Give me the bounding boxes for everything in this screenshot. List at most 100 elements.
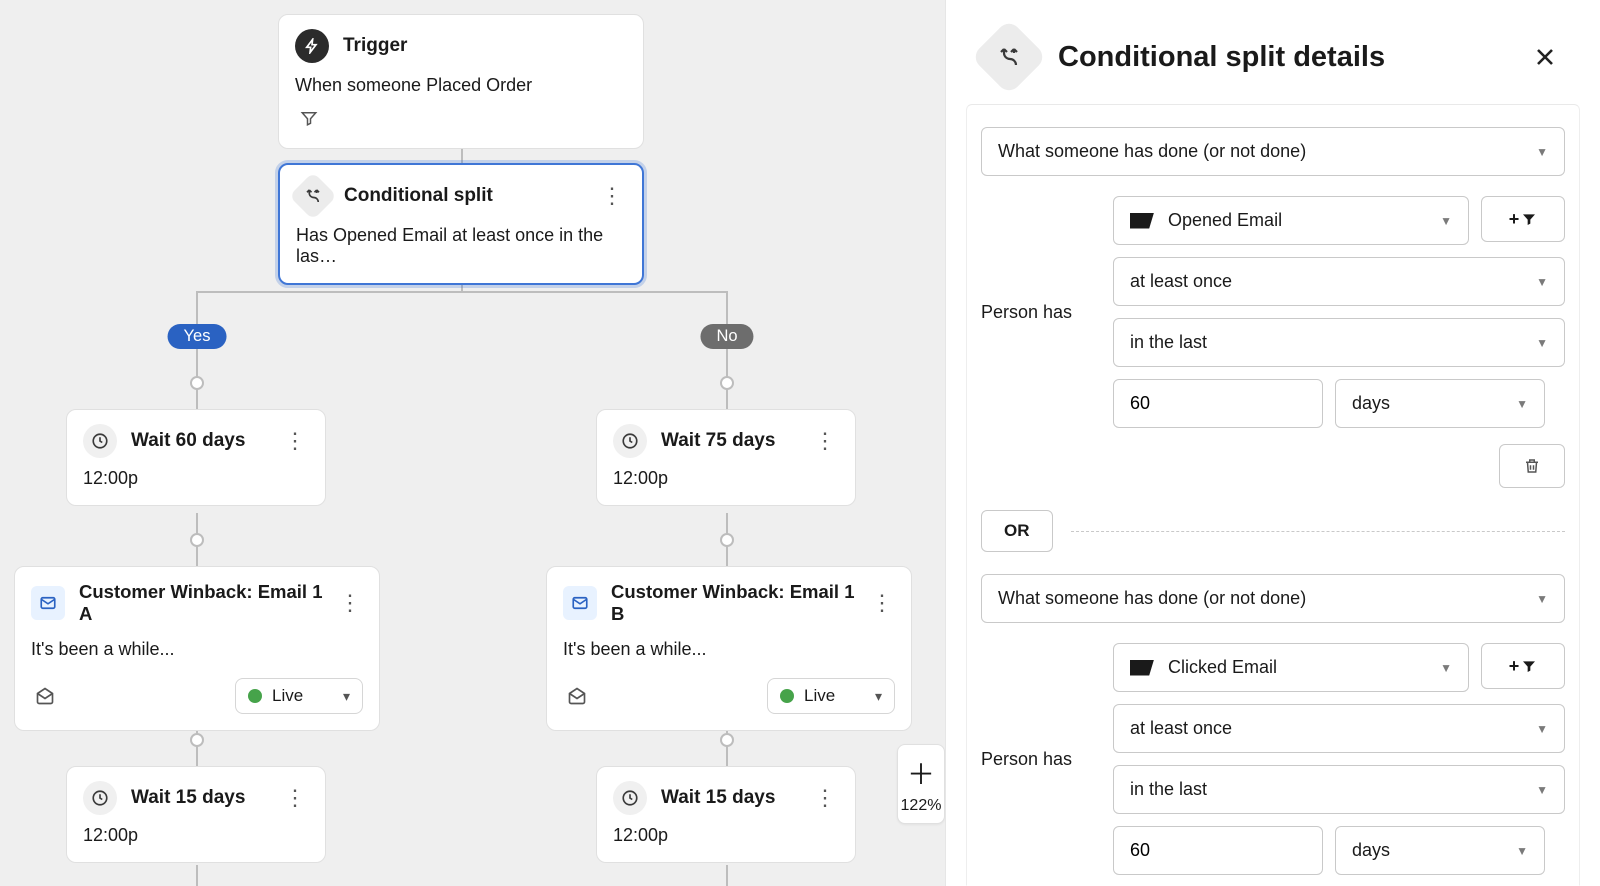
mail-open-icon[interactable] (563, 682, 591, 710)
or-chip: OR (981, 510, 1053, 552)
delete-condition-button[interactable] (1499, 444, 1565, 488)
window-unit-label: days (1352, 840, 1390, 861)
split-icon (971, 19, 1047, 95)
email-card-menu[interactable]: ⋮ (869, 589, 895, 617)
chevron-down-icon: ▼ (1536, 336, 1548, 350)
chevron-down-icon: ▼ (1536, 722, 1548, 736)
close-button[interactable] (1526, 38, 1564, 76)
condition-type-label: What someone has done (or not done) (998, 588, 1306, 609)
chevron-down-icon: ▾ (343, 688, 350, 705)
condition-type-select[interactable]: What someone has done (or not done) ▼ (981, 574, 1565, 623)
clock-icon (613, 424, 647, 458)
window-value-input[interactable] (1113, 379, 1323, 428)
trigger-desc: When someone Placed Order (295, 75, 627, 96)
window-select[interactable]: in the last ▼ (1113, 318, 1565, 367)
window-label: in the last (1130, 332, 1207, 353)
window-label: in the last (1130, 779, 1207, 800)
window-unit-label: days (1352, 393, 1390, 414)
email-status-select[interactable]: Live ▾ (235, 678, 363, 714)
mail-open-icon[interactable] (31, 682, 59, 710)
email-title: Customer Winback: Email 1 B (611, 581, 855, 625)
branch-label-yes: Yes (168, 324, 227, 349)
status-live-dot-icon (780, 689, 794, 703)
branch-label-no: No (700, 324, 753, 349)
wait-card-no-1[interactable]: Wait 75 days ⋮ 12:00p (596, 409, 856, 506)
chevron-down-icon: ▼ (1440, 214, 1452, 228)
wait-time: 12:00p (613, 468, 839, 489)
wait-title: Wait 15 days (661, 787, 775, 809)
chevron-down-icon: ▼ (1516, 844, 1528, 858)
email-status-select[interactable]: Live ▾ (767, 678, 895, 714)
wait-title: Wait 75 days (661, 430, 775, 452)
person-has-label: Person has (981, 302, 1093, 323)
zoom-level: 122% (901, 795, 942, 823)
metric-label: Opened Email (1168, 210, 1282, 231)
chevron-down-icon: ▾ (875, 688, 882, 705)
chevron-down-icon: ▼ (1536, 275, 1548, 289)
panel-title: Conditional split details (1058, 41, 1385, 74)
clock-icon (83, 424, 117, 458)
chevron-down-icon: ▼ (1516, 397, 1528, 411)
frequency-label: at least once (1130, 271, 1232, 292)
wait-title: Wait 15 days (131, 787, 245, 809)
mail-icon (563, 586, 597, 620)
clock-icon (613, 781, 647, 815)
wait-card-yes-1[interactable]: Wait 60 days ⋮ 12:00p (66, 409, 326, 506)
zoom-control: ＋ 122% (897, 744, 945, 824)
zoom-in-button[interactable]: ＋ (907, 745, 935, 795)
divider (1071, 531, 1566, 532)
chevron-down-icon: ▼ (1440, 661, 1452, 675)
email-card-yes[interactable]: Customer Winback: Email 1 A ⋮ It's been … (14, 566, 380, 731)
window-select[interactable]: in the last ▼ (1113, 765, 1565, 814)
wait-card-menu[interactable]: ⋮ (811, 427, 839, 455)
email-status-label: Live (272, 686, 303, 706)
filter-icon[interactable] (295, 104, 323, 132)
split-card-menu[interactable]: ⋮ (598, 182, 626, 210)
wait-card-menu[interactable]: ⋮ (281, 784, 309, 812)
conditional-split-card[interactable]: Conditional split ⋮ Has Opened Email at … (278, 163, 644, 285)
person-has-label: Person has (981, 749, 1093, 770)
chevron-down-icon: ▼ (1536, 783, 1548, 797)
mail-icon (31, 586, 65, 620)
split-desc: Has Opened Email at least once in the la… (296, 225, 626, 267)
window-unit-select[interactable]: days ▼ (1335, 379, 1545, 428)
wait-card-yes-2[interactable]: Wait 15 days ⋮ 12:00p (66, 766, 326, 863)
wait-card-menu[interactable]: ⋮ (811, 784, 839, 812)
wait-card-no-2[interactable]: Wait 15 days ⋮ 12:00p (596, 766, 856, 863)
window-unit-select[interactable]: days ▼ (1335, 826, 1545, 875)
condition-type-select[interactable]: What someone has done (or not done) ▼ (981, 127, 1565, 176)
metric-label: Clicked Email (1168, 657, 1277, 678)
wait-time: 12:00p (613, 825, 839, 846)
metric-select[interactable]: Clicked Email ▼ (1113, 643, 1469, 692)
wait-card-menu[interactable]: ⋮ (281, 427, 309, 455)
email-card-no[interactable]: Customer Winback: Email 1 B ⋮ It's been … (546, 566, 912, 731)
clock-icon (83, 781, 117, 815)
wait-time: 12:00p (83, 468, 309, 489)
frequency-select[interactable]: at least once ▼ (1113, 704, 1565, 753)
frequency-select[interactable]: at least once ▼ (1113, 257, 1565, 306)
email-title: Customer Winback: Email 1 A (79, 581, 323, 625)
split-title: Conditional split (344, 185, 493, 207)
chevron-down-icon: ▼ (1536, 145, 1548, 159)
chevron-down-icon: ▼ (1536, 592, 1548, 606)
window-value-input[interactable] (1113, 826, 1323, 875)
condition-type-label: What someone has done (or not done) (998, 141, 1306, 162)
split-icon (289, 172, 337, 220)
brand-flag-icon (1130, 213, 1154, 229)
flow-canvas[interactable]: Yes No Trigger When someone Placed Order… (0, 0, 945, 886)
trigger-card[interactable]: Trigger When someone Placed Order (278, 14, 644, 149)
trigger-title: Trigger (343, 35, 407, 57)
email-subtitle: It's been a while... (563, 639, 895, 660)
status-live-dot-icon (248, 689, 262, 703)
wait-time: 12:00p (83, 825, 309, 846)
trigger-bolt-icon (295, 29, 329, 63)
details-panel: Conditional split details What someone h… (945, 0, 1600, 886)
metric-select[interactable]: Opened Email ▼ (1113, 196, 1469, 245)
email-subtitle: It's been a while... (31, 639, 363, 660)
add-filter-button[interactable]: + (1481, 196, 1565, 242)
add-filter-button[interactable]: + (1481, 643, 1565, 689)
brand-flag-icon (1130, 660, 1154, 676)
frequency-label: at least once (1130, 718, 1232, 739)
wait-title: Wait 60 days (131, 430, 245, 452)
email-card-menu[interactable]: ⋮ (337, 589, 363, 617)
